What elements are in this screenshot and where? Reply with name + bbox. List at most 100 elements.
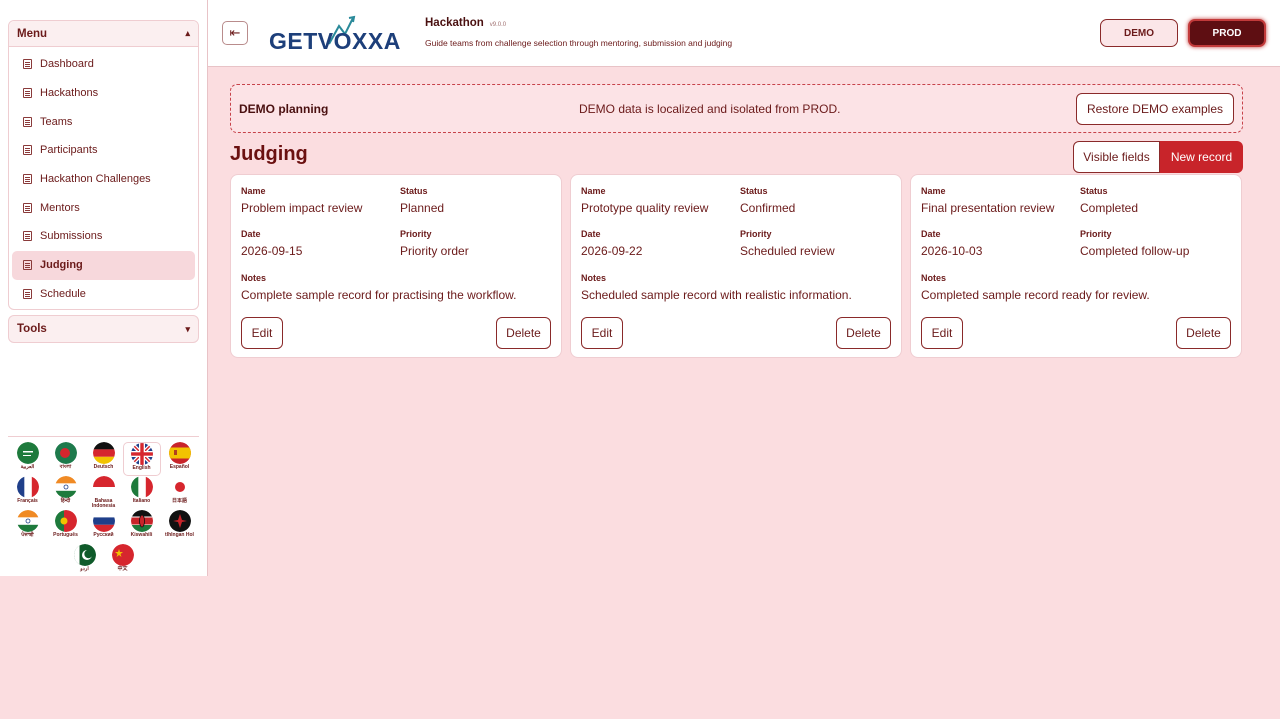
sidebar-item-participants[interactable]: Participants [12,136,195,165]
language-label: বাংলা [59,464,72,470]
document-icon [23,202,32,213]
sidebar-item-submissions[interactable]: Submissions [12,222,195,251]
field-value: Planned [400,201,445,215]
language-german[interactable]: Deutsch [85,442,123,476]
collapse-sidebar-button[interactable]: ⇤ [222,21,248,45]
notes-field: Notes Completed sample record ready for r… [921,273,1150,302]
sidebar-item-label: Schedule [40,287,86,300]
language-label: English [132,465,151,471]
language-arabic[interactable]: العربية [9,442,47,476]
language-label: Kiswahili [130,532,153,538]
language-picker: العربية বাংলা Deutsch English Español Fr… [8,436,199,578]
banner-message: DEMO data is localized and isolated from… [579,101,841,116]
language-label: ਪੰਜਾਬੀ [21,532,34,538]
sidebar-item-schedule[interactable]: Schedule [12,280,195,309]
language-japanese[interactable]: 日本語 [161,476,199,510]
date-field: Date 2026-09-22 [581,229,642,258]
priority-field: Priority Completed follow-up [1080,229,1189,258]
field-value: 2026-10-03 [921,244,983,258]
language-klingon[interactable]: tlhIngan Hol [161,510,199,544]
language-label: Français [17,498,38,504]
language-french[interactable]: Français [9,476,47,510]
delete-button[interactable]: Delete [496,317,551,349]
field-label: Date [241,229,261,239]
tools-panel-header[interactable]: Tools ▾ [8,315,199,343]
language-urdu[interactable]: اردو [66,544,104,578]
language-label: Español [169,464,190,470]
demo-banner: DEMO planning DEMO data is localized and… [230,84,1243,133]
field-label: Name [921,186,946,196]
field-label: Notes [581,273,607,283]
language-spanish[interactable]: Español [161,442,199,476]
menu-header[interactable]: Menu ▴ [9,21,198,47]
language-label: اردو [80,566,89,572]
sidebar-item-label: Submissions [40,230,103,243]
sidebar-item-hackathons[interactable]: Hackathons [12,79,195,108]
sidebar-item-label: Judging [40,259,83,272]
status-field: Status Completed [1080,186,1138,215]
document-icon [23,116,32,127]
document-icon [23,59,32,70]
name-field: Name Prototype quality review [581,186,708,215]
sidebar-item-label: Mentors [40,201,80,214]
delete-button[interactable]: Delete [1176,317,1231,349]
field-label: Name [241,186,266,196]
language-label: Русский [93,532,114,538]
getvoxxa-logo: GETVOXXA [269,14,411,54]
document-icon [23,231,32,242]
field-value: Problem impact review [241,201,363,215]
edit-button[interactable]: Edit [241,317,283,349]
record-card: Name Problem impact review Status Planned … [230,174,562,358]
language-label: Italiano [132,498,151,504]
language-russian[interactable]: Русский [85,510,123,544]
sidebar-item-judging[interactable]: Judging [12,250,195,280]
field-value: Confirmed [740,201,796,215]
edit-button[interactable]: Edit [921,317,963,349]
field-label: Priority [400,229,432,239]
sidebar-item-label: Teams [40,115,73,128]
new-record-button[interactable]: New record [1160,141,1243,173]
field-label: Notes [241,273,267,283]
sidebar-item-teams[interactable]: Teams [12,107,195,136]
demo-env-button[interactable]: DEMO [1100,19,1178,47]
language-indonesian[interactable]: Bahasa Indonesia [85,476,123,510]
edit-button[interactable]: Edit [581,317,623,349]
prod-env-button[interactable]: PROD [1188,19,1266,47]
language-label: हिन्दी [60,498,71,504]
language-bengali[interactable]: বাংলা [47,442,85,476]
field-value: Priority order [400,244,469,258]
priority-field: Priority Scheduled review [740,229,835,258]
language-swahili[interactable]: Kiswahili [123,510,161,544]
gb-flag-icon [130,443,153,465]
document-icon [23,288,32,299]
banner-title: DEMO planning [239,101,329,116]
language-chinese[interactable]: 中文 [104,544,142,578]
field-value: 2026-09-22 [581,244,643,258]
language-italian[interactable]: Italiano [123,476,161,510]
visible-fields-button[interactable]: Visible fields [1073,141,1160,173]
sidebar-item-mentors[interactable]: Mentors [12,193,195,222]
language-punjabi[interactable]: ਪੰਜਾਬੀ [9,510,47,544]
ru-flag-icon [92,510,115,532]
field-label: Date [581,229,601,239]
name-field: Name Problem impact review [241,186,362,215]
record-card: Name Prototype quality review Status Confi… [570,174,902,358]
ke-flag-icon [130,510,153,532]
sidebar-item-dashboard[interactable]: Dashboard [12,50,195,79]
language-english[interactable]: English [122,442,161,476]
language-portuguese[interactable]: Português [47,510,85,544]
sidebar-item-hackathon-challenges[interactable]: Hackathon Challenges [12,165,195,194]
field-value: Complete sample record for practising th… [241,288,517,302]
language-hindi[interactable]: हिन्दी [47,476,85,510]
field-label: Priority [740,229,772,239]
delete-button[interactable]: Delete [836,317,891,349]
chevron-down-icon: ▾ [185,323,190,334]
sidebar-collapse-icon: ⇤ [229,25,241,40]
es-flag-icon [168,442,191,464]
field-label: Status [1080,186,1108,196]
priority-field: Priority Priority order [400,229,469,258]
restore-demo-button[interactable]: Restore DEMO examples [1075,92,1234,125]
cn-flag-icon [111,544,134,566]
sidebar: Menu ▴ Dashboard Hackathons Teams Partic… [0,0,208,576]
id-flag-icon [92,476,115,498]
